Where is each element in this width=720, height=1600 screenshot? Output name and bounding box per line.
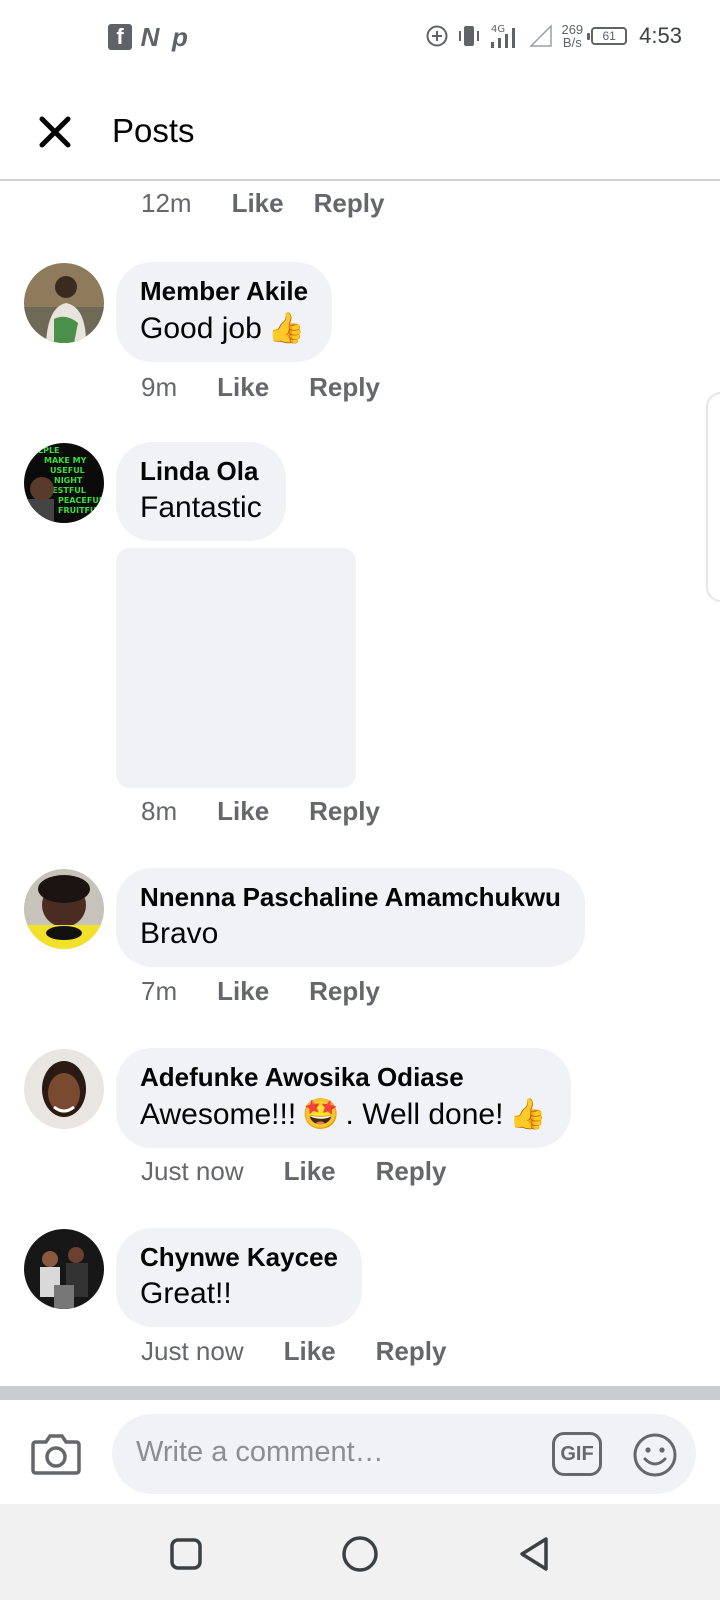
commenter-name[interactable]: Adefunke Awosika Odiase xyxy=(140,1062,547,1093)
comment-time: 8m xyxy=(141,796,178,826)
comment-meta: 7m Like Reply xyxy=(141,976,380,1007)
thumbs-up-emoji: 👍 xyxy=(509,1098,547,1131)
comment-text: Good job 👍 xyxy=(140,311,306,346)
system-status: 4G 269 B/s 61 4:53 xyxy=(425,22,682,50)
close-icon xyxy=(39,116,71,148)
like-button[interactable]: Like xyxy=(232,188,284,219)
like-button[interactable]: Like xyxy=(217,976,269,1007)
camera-button[interactable] xyxy=(30,1430,82,1478)
page-title: Posts xyxy=(112,112,195,149)
reply-button[interactable]: Reply xyxy=(309,976,380,1007)
comment-text: Fantastic xyxy=(140,491,262,524)
comment-bubble: Nnenna Paschaline Amamchukwu Bravo xyxy=(116,868,585,967)
comment-text: Bravo xyxy=(140,917,219,950)
composer-divider xyxy=(0,1386,720,1400)
square-icon xyxy=(170,1538,202,1570)
emoji-button[interactable] xyxy=(632,1432,678,1478)
comment-text: Awesome!!! 🤩 . Well done! 👍 xyxy=(140,1097,547,1132)
comment-composer: Write a comment… GIF xyxy=(0,1400,720,1504)
avatar-photo xyxy=(24,263,104,343)
comment-bubble: Adefunke Awosika Odiase Awesome!!! 🤩 . W… xyxy=(116,1048,571,1148)
comment-bubble: Chynwe Kaycee Great!! xyxy=(116,1228,362,1327)
commenter-name[interactable]: Member Akile xyxy=(140,276,308,307)
svg-text:FRUITFUL: FRUITFUL xyxy=(58,506,102,515)
recent-apps-button[interactable] xyxy=(166,1534,206,1574)
system-navigation-bar xyxy=(0,1504,720,1600)
reply-button[interactable]: Reply xyxy=(376,1336,447,1367)
news-notification-icon: N xyxy=(140,21,160,52)
battery-icon: 61 xyxy=(587,27,628,45)
comment-meta: Just now Like Reply xyxy=(141,1336,446,1367)
comment-meta: 12m Like Reply xyxy=(141,188,384,219)
comment-input[interactable]: Write a comment… GIF xyxy=(112,1414,696,1494)
comment-time: Just now xyxy=(141,1156,244,1186)
clock: 4:53 xyxy=(639,23,682,48)
avatar-photo xyxy=(24,1229,104,1309)
facebook-notification-icon: f xyxy=(108,24,132,50)
like-button[interactable]: Like xyxy=(217,372,269,403)
notification-icons: f N p xyxy=(108,21,192,52)
back-triangle-icon xyxy=(520,1537,548,1571)
like-button[interactable]: Like xyxy=(284,1336,336,1367)
header: Posts xyxy=(0,80,720,181)
svg-text:MAKE MY: MAKE MY xyxy=(44,456,87,465)
circle-icon xyxy=(342,1536,378,1572)
commenter-name[interactable]: Nnenna Paschaline Amamchukwu xyxy=(140,882,561,913)
avatar[interactable] xyxy=(24,869,104,949)
smiley-icon xyxy=(633,1433,677,1477)
reply-button[interactable]: Reply xyxy=(309,796,380,827)
network-speed-unit: B/s xyxy=(562,35,582,50)
data-saver-icon xyxy=(426,25,448,47)
avatar[interactable] xyxy=(24,1229,104,1309)
thumbs-up-emoji: 👍 xyxy=(267,312,306,345)
svg-text:USEFUL: USEFUL xyxy=(50,466,85,475)
home-button[interactable] xyxy=(340,1534,380,1574)
comment-meta: Just now Like Reply xyxy=(141,1156,446,1187)
avatar[interactable] xyxy=(24,1049,104,1129)
comment-attachment[interactable] xyxy=(116,548,356,788)
comment-bubble: Member Akile Good job 👍 xyxy=(116,262,333,362)
close-button[interactable] xyxy=(30,107,80,157)
gif-button[interactable]: GIF xyxy=(552,1432,602,1476)
reply-button[interactable]: Reply xyxy=(309,372,380,403)
avatar[interactable] xyxy=(24,263,104,343)
signal-empty-icon xyxy=(529,24,553,47)
avatar-photo xyxy=(24,869,104,949)
floating-side-tab[interactable] xyxy=(706,392,720,602)
app-notification-icon: p xyxy=(172,21,188,52)
commenter-name[interactable]: Chynwe Kaycee xyxy=(140,1242,338,1273)
comment-time: 12m xyxy=(141,188,192,218)
svg-text:LPLE: LPLE xyxy=(38,446,60,455)
avatar-photo: LPLE MAKE MY USEFUL NIGHT RESTFUL PEACEF… xyxy=(24,443,104,523)
camera-icon xyxy=(31,1434,81,1475)
comment-time: Just now xyxy=(141,1336,244,1366)
comment-time: 9m xyxy=(141,372,178,402)
status-bar: f N p 4G 269 B/s 61 4:53 xyxy=(0,0,720,80)
star-struck-emoji: 🤩 xyxy=(302,1098,340,1131)
avatar[interactable]: LPLE MAKE MY USEFUL NIGHT RESTFUL PEACEF… xyxy=(24,443,104,523)
svg-text:NIGHT: NIGHT xyxy=(54,476,83,485)
comment-bubble: Linda Ola Fantastic xyxy=(116,442,286,541)
svg-text:PEACEFUL: PEACEFUL xyxy=(58,496,104,505)
signal-4g-icon: 4G xyxy=(491,24,516,48)
comment-meta: 8m Like Reply xyxy=(141,796,380,827)
network-speed: 269 B/s xyxy=(561,23,583,49)
battery-level: 61 xyxy=(602,29,616,43)
comment-input-placeholder: Write a comment… xyxy=(136,1436,384,1468)
vibrate-icon xyxy=(459,26,480,46)
back-button[interactable] xyxy=(514,1534,554,1574)
reply-button[interactable]: Reply xyxy=(314,188,385,219)
avatar-photo xyxy=(24,1049,104,1129)
like-button[interactable]: Like xyxy=(217,796,269,827)
comment-time: 7m xyxy=(141,976,178,1006)
comment-meta: 9m Like Reply xyxy=(141,372,380,403)
comment-text: Great!! xyxy=(140,1277,232,1310)
svg-text:4G: 4G xyxy=(491,24,505,35)
commenter-name[interactable]: Linda Ola xyxy=(140,456,262,487)
like-button[interactable]: Like xyxy=(284,1156,336,1187)
reply-button[interactable]: Reply xyxy=(376,1156,447,1187)
